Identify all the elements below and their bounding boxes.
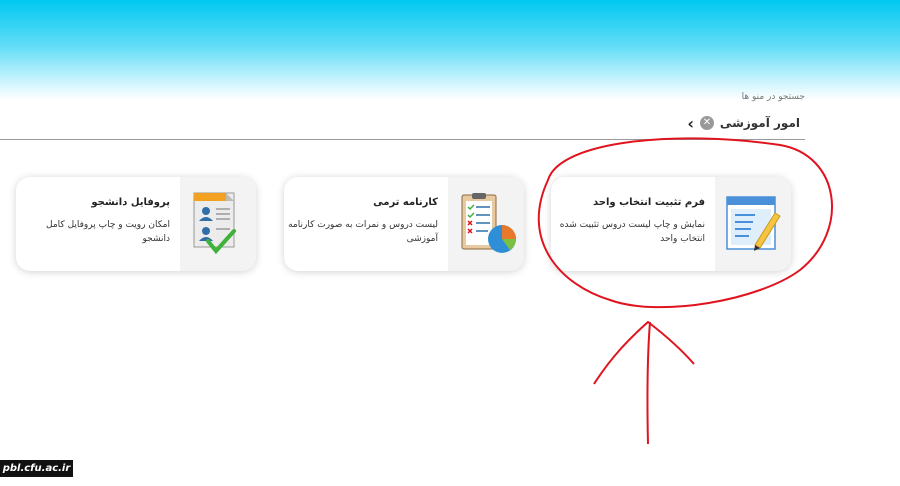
form-edit-icon bbox=[715, 177, 791, 271]
breadcrumb: امور آموزشی ✕ › bbox=[687, 114, 800, 133]
menu-search-hint[interactable]: جستجو در منو ها bbox=[742, 92, 805, 102]
card-description: لیست دروس و نمرات به صورت کارنامه آموزشی bbox=[288, 220, 438, 244]
card-title: پروفایل دانشجو bbox=[91, 197, 170, 208]
header-bar bbox=[0, 0, 900, 100]
card-description: امکان رویت و چاپ پروفایل کامل دانشجو bbox=[46, 220, 170, 244]
card-title: کارنامه ترمی bbox=[373, 197, 438, 208]
card-title: فرم تثبیت انتخاب واحد bbox=[592, 197, 705, 208]
card-term-report[interactable]: کارنامه ترمی لیست دروس و نمرات به صورت ک… bbox=[284, 177, 524, 271]
divider bbox=[0, 139, 805, 140]
breadcrumb-label[interactable]: امور آموزشی bbox=[720, 116, 800, 130]
card-unit-selection-form[interactable]: فرم تثبیت انتخاب واحد نمایش و چاپ لیست د… bbox=[551, 177, 791, 271]
student-profile-icon bbox=[180, 177, 256, 271]
card-description: نمایش و چاپ لیست دروس تثبیت شده انتخاب و… bbox=[559, 220, 705, 244]
card-student-profile[interactable]: پروفایل دانشجو امکان رویت و چاپ پروفایل … bbox=[16, 177, 256, 271]
watermark: pbl.cfu.ac.ir bbox=[0, 460, 73, 477]
close-icon[interactable]: ✕ bbox=[699, 116, 714, 130]
chevron-right-icon[interactable]: › bbox=[687, 114, 694, 133]
report-card-chart-icon bbox=[448, 177, 524, 271]
